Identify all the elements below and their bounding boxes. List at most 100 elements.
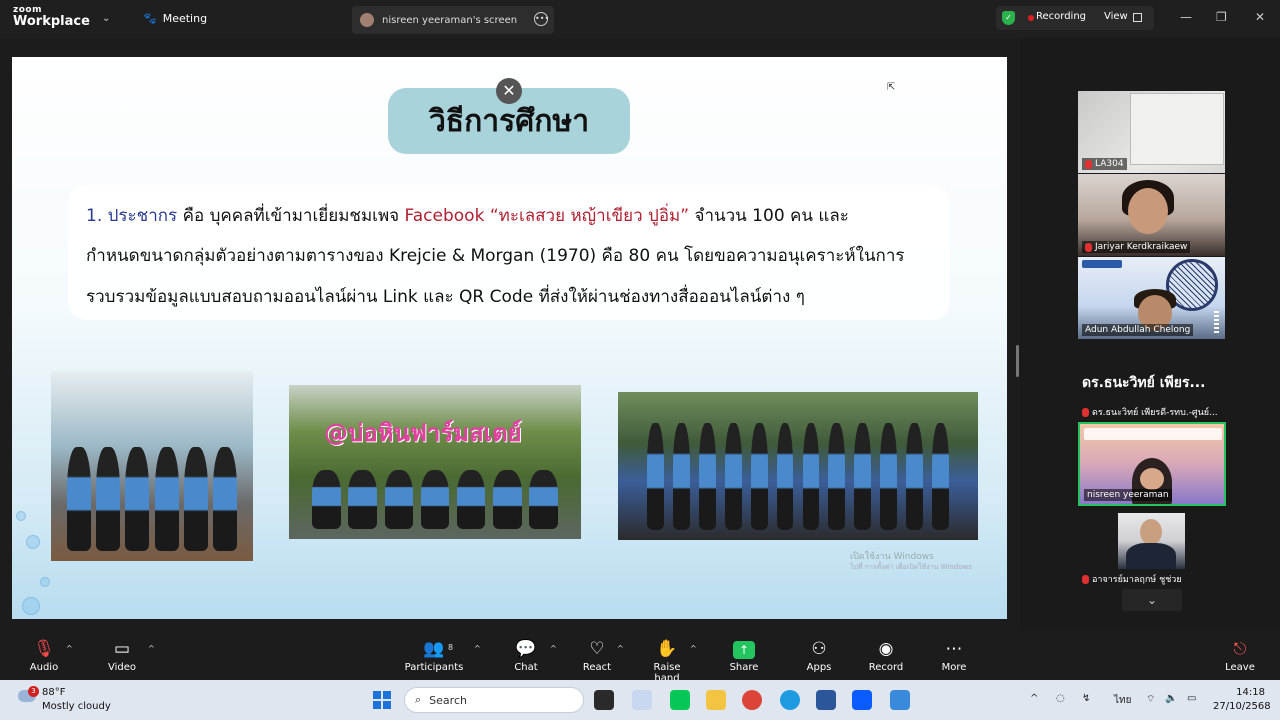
- record-label: Record: [868, 662, 904, 673]
- university-logo: [1082, 260, 1122, 268]
- chevron-down-icon[interactable]: ⌄: [102, 13, 110, 24]
- tile-name-label: Adun Abdullah Chelong: [1082, 324, 1194, 336]
- search-placeholder: Search: [429, 693, 467, 707]
- hand-icon: ✋: [656, 639, 678, 659]
- bubble-decoration: [16, 511, 26, 521]
- video-tile-nisreen-active[interactable]: nisreen yeeraman: [1078, 422, 1226, 506]
- wifi-icon[interactable]: ⌔: [1146, 693, 1155, 706]
- react-button[interactable]: ♡ React: [580, 638, 614, 673]
- maximize-icon[interactable]: ❐: [1216, 10, 1227, 24]
- bubble-decoration: [22, 597, 40, 615]
- video-tile-jariyar[interactable]: Jariyar Kerdkraikaew: [1078, 174, 1225, 256]
- share-screen-icon: ↑: [733, 641, 755, 659]
- logo-bottom-text: Workplace: [13, 14, 90, 29]
- photos-app-icon[interactable]: [890, 690, 910, 710]
- tray-app-icon[interactable]: ◌: [1056, 693, 1065, 704]
- windows-activation-watermark: เปิดใช้งาน Windows: [850, 552, 934, 562]
- presentation-slide: วิธีการศึกษา ✕ 1. ประชากร คือ บุคคลที่เข…: [12, 57, 1007, 619]
- raise-hand-button[interactable]: ✋ Raise hand: [640, 638, 694, 684]
- mic-off-icon: [1082, 407, 1089, 417]
- scroll-down-button[interactable]: ⌄: [1122, 589, 1182, 611]
- zoom-app-icon[interactable]: [852, 690, 872, 710]
- chrome-icon[interactable]: [742, 690, 762, 710]
- zoom-top-bar: zoom Workplace ⌄ 🐾 Meeting nisreen yeera…: [0, 0, 1280, 38]
- audio-label: Audio: [29, 662, 59, 673]
- chat-button[interactable]: 💬 Chat: [510, 638, 542, 673]
- mouse-cursor-icon: ⇱: [887, 82, 896, 93]
- task-view-icon[interactable]: [594, 690, 614, 710]
- system-clock[interactable]: 14:18 27/10/2568: [1213, 686, 1271, 714]
- react-label: React: [582, 662, 612, 673]
- video-button[interactable]: ▭ Video: [104, 638, 140, 673]
- audio-options-caret-icon[interactable]: ^: [66, 644, 73, 653]
- video-options-caret-icon[interactable]: ^: [148, 644, 155, 653]
- windows-taskbar: 3 88°F Mostly cloudy ⌕ Search ^ ◌ ↯ ไทย ⌔…: [0, 680, 1280, 720]
- tile-name-label: nisreen yeeraman: [1084, 489, 1172, 501]
- react-options-caret-icon[interactable]: ^: [617, 644, 624, 653]
- tile-name-label: LA304: [1082, 158, 1127, 170]
- raise-hand-options-caret-icon[interactable]: ^: [690, 644, 697, 653]
- heart-icon: ♡: [589, 639, 605, 659]
- recording-dot-icon: [1028, 15, 1034, 21]
- mic-off-icon: [1085, 159, 1092, 169]
- more-options-icon[interactable]: •••: [534, 12, 549, 26]
- share-label: Share: [729, 662, 759, 673]
- facebook-page-name: Facebook “ทะเลสวย หญ้าเขียว ปูอิ่ม”: [404, 206, 690, 226]
- shared-screen-tab[interactable]: nisreen yeeraman's screen •••: [352, 6, 554, 34]
- windows-start-icon[interactable]: [373, 691, 391, 709]
- participants-options-caret-icon[interactable]: ^: [474, 644, 481, 653]
- active-speaker-heading: ดร.ธนะวิทย์ เพียร...: [1082, 375, 1206, 391]
- text-line-2: กำหนดขนาดกลุ่มตัวอย่างตามตารางของ Krejci…: [86, 246, 905, 266]
- bubble-decoration: [26, 535, 40, 549]
- minimize-icon[interactable]: —: [1180, 10, 1192, 24]
- mic-off-icon: [1085, 242, 1092, 252]
- paw-icon: 🐾: [143, 12, 157, 25]
- video-label: Video: [107, 662, 137, 673]
- group-photo-2: @บ่อหินฟาร์มสเตย์: [289, 385, 581, 539]
- line-app-icon[interactable]: [670, 690, 690, 710]
- view-button[interactable]: View: [1104, 11, 1128, 22]
- participants-count-badge: 8: [448, 643, 454, 652]
- record-button[interactable]: ◉ Record: [868, 638, 904, 673]
- audio-button[interactable]: 🎙 Audio: [26, 638, 62, 673]
- video-tile-la304[interactable]: LA304: [1078, 91, 1225, 173]
- projector-screen: [1130, 93, 1224, 165]
- close-window-icon[interactable]: ✕: [1255, 10, 1265, 24]
- tray-overflow-icon[interactable]: ^: [1030, 693, 1038, 704]
- shared-slide-thumbnail: [1084, 428, 1222, 440]
- participants-button[interactable]: 👥 Participants: [404, 638, 464, 673]
- clock-time: 14:18: [1236, 687, 1265, 698]
- photo-people: [646, 423, 950, 530]
- file-explorer-icon[interactable]: [706, 690, 726, 710]
- panel-resize-handle[interactable]: [1016, 345, 1019, 377]
- volume-icon[interactable]: 🔈: [1165, 693, 1177, 704]
- recording-indicator: ✓ Recording View: [996, 6, 1154, 30]
- active-speaker-name: ดร.ธนะวิทย์ เพียรดี-รทบ.-ศูนย์...: [1082, 405, 1227, 419]
- edge-icon[interactable]: [780, 690, 800, 710]
- more-button[interactable]: ⋯ More: [938, 638, 970, 673]
- zoom-logo[interactable]: zoom Workplace: [13, 6, 90, 29]
- farmstay-sign: @บ่อหินฟาร์มสเตย์: [324, 418, 522, 447]
- video-tile-adun[interactable]: Adun Abdullah Chelong: [1078, 257, 1225, 339]
- apps-button[interactable]: ⚇ Apps: [804, 638, 834, 673]
- drag-handle-icon[interactable]: [1214, 311, 1219, 333]
- taskbar-search[interactable]: ⌕ Search: [404, 687, 584, 713]
- lecturer-name-label: อาจารย์มาลฤกษ์ ชูช่วย: [1082, 572, 1182, 586]
- mic-off-icon: [1082, 574, 1089, 584]
- copilot-icon[interactable]: [632, 690, 652, 710]
- clock-date: 27/10/2568: [1213, 701, 1271, 712]
- word-icon[interactable]: [816, 690, 836, 710]
- chat-options-caret-icon[interactable]: ^: [550, 644, 557, 653]
- tray-app-icon[interactable]: ↯: [1082, 693, 1090, 704]
- video-tile-lecturer[interactable]: [1118, 513, 1185, 569]
- meeting-menu[interactable]: 🐾 Meeting: [143, 12, 207, 25]
- slide-text-box: 1. ประชากร คือ บุคคลที่เข้ามาเยี่ยมชมเพจ…: [68, 185, 950, 320]
- view-grid-icon[interactable]: [1133, 13, 1142, 22]
- tile-name-label: Jariyar Kerdkraikaew: [1082, 241, 1191, 253]
- battery-icon[interactable]: ▭: [1187, 693, 1196, 704]
- close-icon[interactable]: ✕: [496, 78, 522, 104]
- share-button[interactable]: ↑ Share: [728, 638, 760, 673]
- shared-screen-label: nisreen yeeraman's screen: [382, 14, 518, 26]
- language-indicator[interactable]: ไทย: [1114, 693, 1131, 708]
- leave-button[interactable]: ⎋ Leave: [1222, 638, 1258, 673]
